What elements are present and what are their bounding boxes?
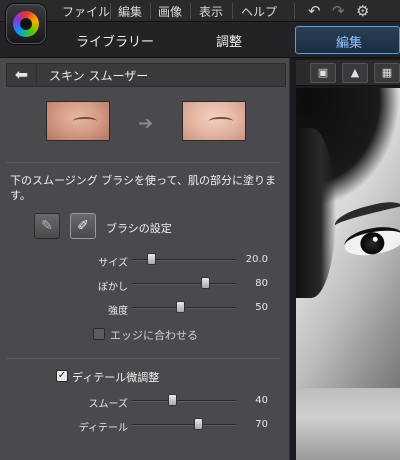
menu-separator <box>190 3 191 19</box>
mode-tabs: ライブラリー 調整 編集 <box>0 22 400 58</box>
detail-label: ディテール微調整 <box>72 371 160 384</box>
thumbnail-brow <box>73 117 97 125</box>
brush-settings-label: ブラシの設定 <box>106 222 172 235</box>
menu-help[interactable]: ヘルプ <box>241 3 277 20</box>
strength-value: 50 <box>255 302 268 313</box>
size-slider-thumb[interactable] <box>147 253 156 265</box>
slider-label-detail: ディテール <box>78 423 128 434</box>
arrow-right-icon: ➔ <box>138 113 154 134</box>
detail-checkbox[interactable]: ✓ <box>56 370 68 382</box>
brush-icon[interactable]: ✎ <box>34 213 60 239</box>
undo-icon[interactable]: ↶ <box>308 2 321 20</box>
photo-lower <box>296 388 400 460</box>
compare-view-icon[interactable]: ▣ <box>310 63 336 83</box>
smooth-slider[interactable] <box>132 400 236 402</box>
thumbnail-brow <box>209 117 233 125</box>
blur-value: 80 <box>255 278 268 289</box>
panel-title: スキン スムーザー <box>49 69 149 83</box>
detail-slider[interactable] <box>132 424 236 426</box>
smooth-value: 40 <box>255 395 268 406</box>
tab-library[interactable]: ライブラリー <box>76 31 154 50</box>
back-arrow-icon[interactable]: ⬅ <box>7 64 37 86</box>
view-toolbar: ▣ ▲ ▦ <box>296 60 400 86</box>
slider-label-smooth: スムーズ <box>88 399 129 410</box>
tab-adjust[interactable]: 調整 <box>216 31 242 50</box>
slider-label-blur: ぼかし <box>98 282 128 293</box>
tab-edit[interactable]: 編集 <box>295 26 400 54</box>
blur-slider-thumb[interactable] <box>201 277 210 289</box>
tab-edit-label: 編集 <box>336 36 363 51</box>
after-thumbnail <box>182 101 246 141</box>
grid-view-icon[interactable]: ▦ <box>374 63 400 83</box>
redo-icon[interactable]: ↷ <box>332 2 345 20</box>
menu-separator <box>150 3 151 19</box>
app-logo <box>6 4 46 44</box>
detail-slider-thumb[interactable] <box>194 418 203 430</box>
photo-glint <box>372 236 379 243</box>
photo-canvas[interactable] <box>296 88 400 460</box>
before-thumbnail <box>46 101 110 141</box>
smooth-slider-thumb[interactable] <box>168 394 177 406</box>
skin-smoother-panel: ⬅ スキン スムーザー ➔ 下のスムージング ブラシを使って、肌の部分に塗ります… <box>0 58 290 460</box>
gear-icon[interactable]: ⚙ <box>356 2 369 20</box>
instructions-text: 下のスムージング ブラシを使って、肌の部分に塗ります。 <box>10 174 276 202</box>
size-value: 20.0 <box>245 254 268 265</box>
divider <box>6 358 280 359</box>
menu-separator <box>232 3 233 19</box>
slider-label-size: サイズ <box>98 258 128 269</box>
logo-center <box>20 18 32 30</box>
eraser-brush-icon[interactable]: ✐ <box>70 213 96 239</box>
slider-label-strength: 強度 <box>108 306 128 317</box>
strength-slider-thumb[interactable] <box>176 301 185 313</box>
menu-file[interactable]: ファイル <box>62 3 110 20</box>
fit-edges-checkbox[interactable] <box>93 328 105 340</box>
photo-iris <box>358 230 387 257</box>
menu-edit[interactable]: 編集 <box>118 3 142 20</box>
menu-image[interactable]: 画像 <box>158 3 182 20</box>
menu-bar: ファイル 編集 画像 表示 ヘルプ ↶ ↷ ⚙ <box>0 0 400 22</box>
menu-separator <box>294 3 295 19</box>
detail-value: 70 <box>255 419 268 430</box>
menu-separator <box>110 3 111 19</box>
fit-edges-label: エッジに合わせる <box>110 329 198 342</box>
menu-view[interactable]: 表示 <box>199 3 223 20</box>
single-view-icon[interactable]: ▲ <box>342 63 368 83</box>
blur-slider[interactable] <box>132 283 236 285</box>
divider <box>6 162 280 163</box>
panel-header: ⬅ スキン スムーザー <box>6 63 286 87</box>
